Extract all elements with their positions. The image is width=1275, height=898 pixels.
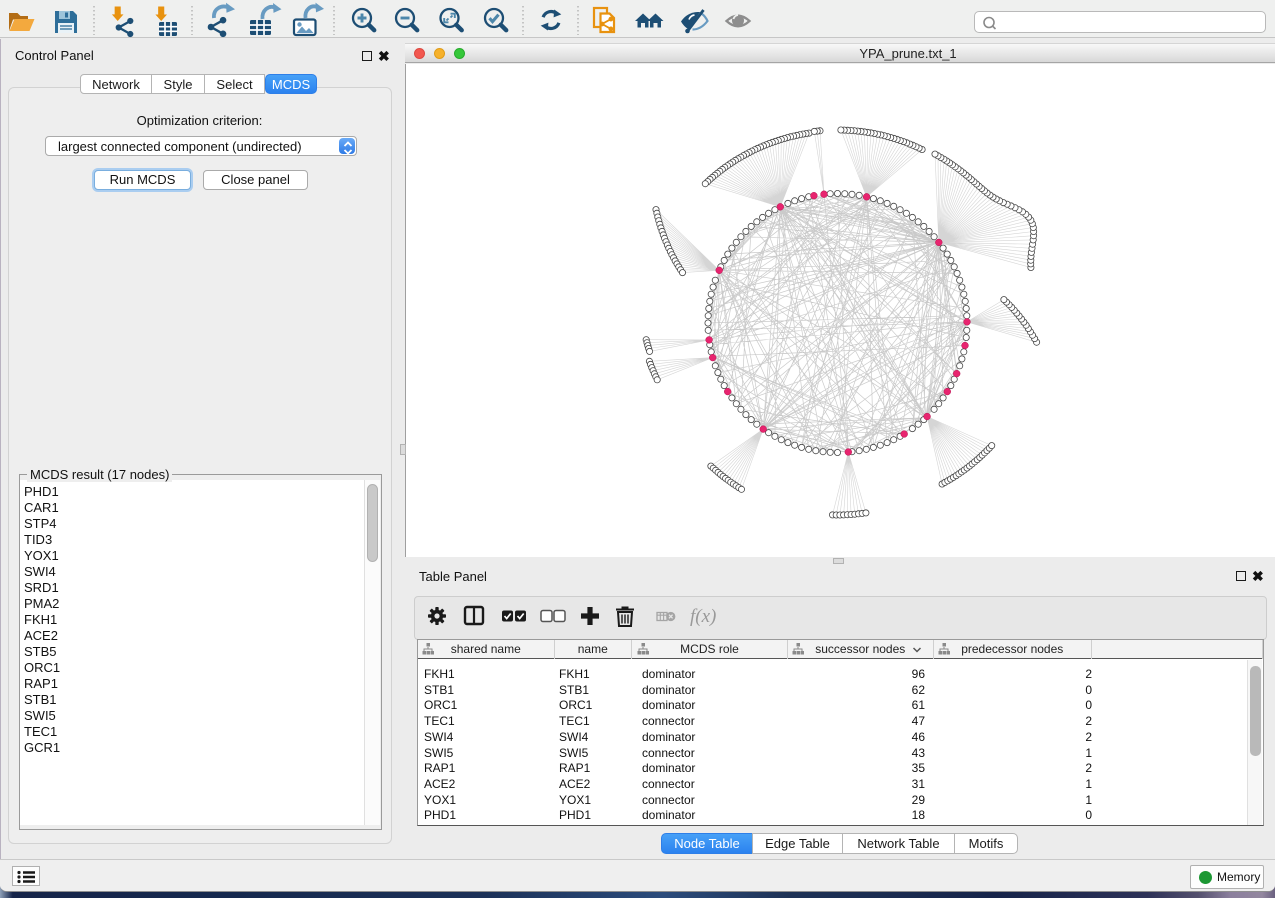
- svg-text:f(x): f(x): [690, 606, 716, 627]
